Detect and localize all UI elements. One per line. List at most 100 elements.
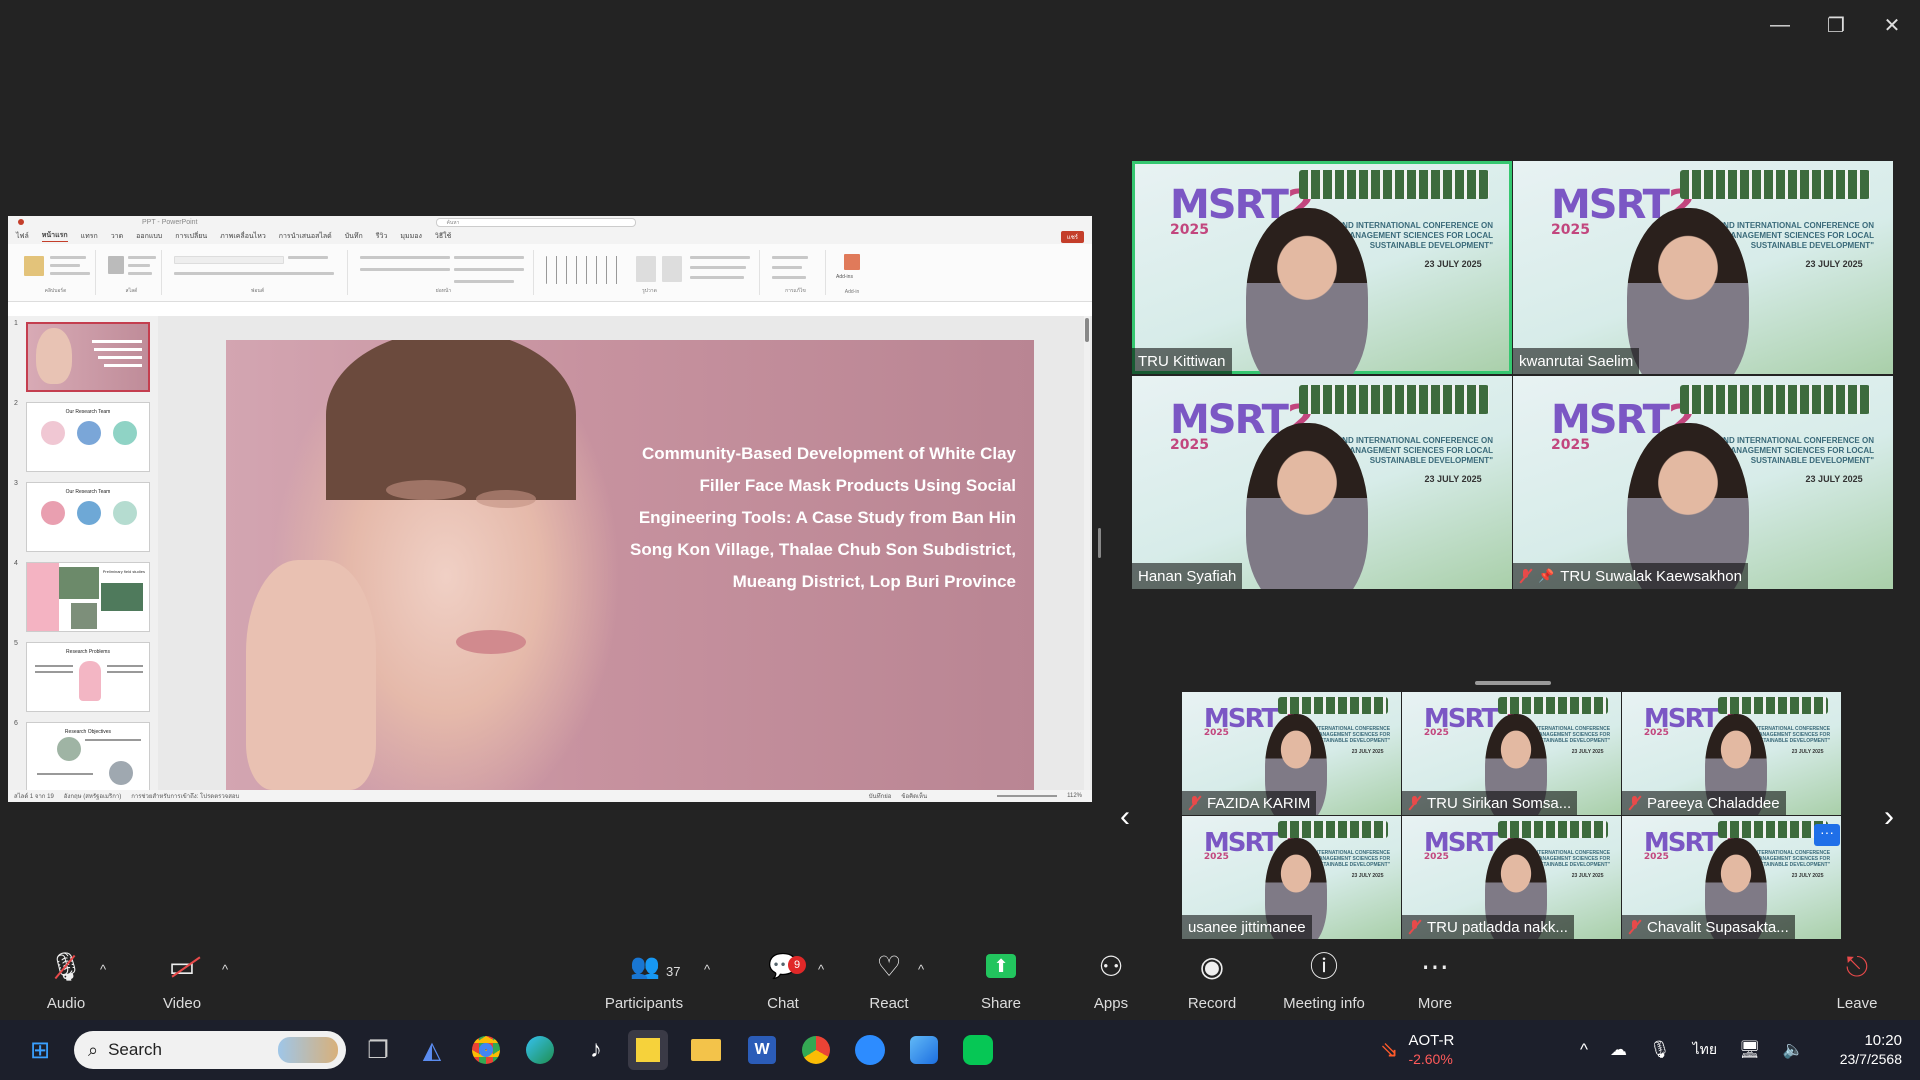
meeting-info-button[interactable]: ⓘ Meeting info: [1276, 940, 1372, 1018]
gallery-prev-arrow[interactable]: ‹: [1120, 800, 1130, 834]
ppt-tab[interactable]: การนำเสนอสไลด์: [279, 231, 332, 242]
video-options-caret[interactable]: ^: [222, 962, 228, 977]
university-logos-banner: [1680, 384, 1871, 415]
video-tile[interactable]: MSRT2 2025 THE 2ND INTERNATIONAL CONFERE…: [1182, 816, 1401, 939]
ppt-tab[interactable]: หน้าแรก: [41, 230, 68, 242]
close-icon[interactable]: ✕: [1864, 0, 1920, 50]
line-icon[interactable]: [958, 1030, 998, 1070]
shared-screen: PPT - PowerPoint ค้นหา ไฟล์ หน้าแรก แทรก…: [8, 216, 1092, 802]
ppt-tab[interactable]: รีวิว: [376, 231, 388, 242]
slide-thumbnail[interactable]: Our Research Team: [26, 402, 150, 472]
ppt-tab[interactable]: วิธีใช้: [435, 231, 451, 242]
react-options-caret[interactable]: ^: [918, 962, 924, 977]
addins-button[interactable]: Add-ins: [836, 274, 853, 280]
ppt-tab[interactable]: บันทึก: [345, 231, 363, 242]
ppt-share-button[interactable]: แชร์: [1060, 231, 1084, 243]
ppt-tab[interactable]: มุมมอง: [400, 231, 421, 242]
conference-date: 23 JULY 2025: [1424, 258, 1482, 269]
audio-button[interactable]: 🎙 Audio: [38, 940, 94, 1018]
gallery-resize-handle[interactable]: [1475, 681, 1551, 685]
ppt-tab[interactable]: การเปลี่ยน: [175, 231, 207, 242]
volume-icon[interactable]: 🔈: [1783, 1040, 1804, 1060]
video-tile[interactable]: MSRT2 2025 THE 2ND INTERNATIONAL CONFERE…: [1182, 692, 1401, 815]
video-tile[interactable]: MSRT2 2025 THE 2ND INTERNATIONAL CONFERE…: [1402, 816, 1621, 939]
slide-thumbnails: 1 2 Our Research Team 3 Our Research Tea…: [8, 316, 158, 790]
paint-icon[interactable]: [904, 1030, 944, 1070]
heart-icon: ♡: [876, 951, 902, 982]
clock[interactable]: 10:20 23/7/2568: [1826, 1020, 1902, 1080]
participants-button[interactable]: 👥 37 Participants: [600, 940, 688, 1018]
stock-widget[interactable]: ⇘ AOT-R -2.60%: [1380, 1020, 1454, 1080]
pin-icon: 📌: [1538, 568, 1555, 583]
record-button[interactable]: ◉ Record: [1180, 940, 1244, 1018]
ppt-search-box[interactable]: ค้นหา: [435, 217, 636, 227]
show-hidden-icons-icon[interactable]: ^: [1580, 1040, 1588, 1060]
mic-muted-icon: [1519, 569, 1532, 583]
tiktok-icon[interactable]: ♪: [576, 1030, 616, 1070]
stock-trend-icon: ⇘: [1380, 1037, 1399, 1062]
video-tile[interactable]: MSRT2 2025 THE 2ND INTERNATIONAL CONFERE…: [1402, 692, 1621, 815]
participant-name-tag: TRU patladda nakk...: [1402, 915, 1574, 939]
ppt-tab[interactable]: ภาพเคลื่อนไหว: [220, 231, 266, 242]
minimize-icon[interactable]: —: [1752, 0, 1808, 50]
share-button[interactable]: ⬆ Share: [976, 940, 1026, 1018]
word-icon[interactable]: W: [742, 1030, 782, 1070]
leave-button[interactable]: ⎋ Leave: [1832, 940, 1882, 1018]
chrome-icon[interactable]: [466, 1030, 506, 1070]
ppt-tab[interactable]: วาด: [111, 231, 123, 242]
restore-icon[interactable]: ❐: [1808, 0, 1864, 50]
video-tile[interactable]: MSRT2 2025 THE 2ND INTERNATIONAL CONFERE…: [1622, 816, 1841, 939]
university-logos-banner: [1718, 696, 1828, 715]
university-logos-banner: [1299, 384, 1490, 415]
apps-button[interactable]: ⚇ Apps: [1086, 940, 1136, 1018]
chat-options-caret[interactable]: ^: [818, 962, 824, 977]
apps-icon: ⚇: [1098, 951, 1124, 982]
task-view-icon[interactable]: ❐: [358, 1030, 398, 1070]
onedrive-icon[interactable]: ☁: [1610, 1040, 1627, 1060]
conference-date: 23 JULY 2025: [1791, 748, 1824, 755]
zoom-slider[interactable]: [997, 795, 1058, 797]
gallery-next-arrow[interactable]: ›: [1884, 800, 1894, 834]
slide-thumbnail[interactable]: Research Problems: [26, 642, 150, 712]
audio-options-caret[interactable]: ^: [100, 962, 106, 977]
windows-start-icon[interactable]: ⊞: [20, 1030, 60, 1070]
ribbon-group-addin: Add-ins Add-in: [832, 250, 872, 295]
slide-thumbnail[interactable]: [26, 322, 150, 392]
chrome-profile-icon[interactable]: [796, 1030, 836, 1070]
window-controls: — ❐ ✕: [1752, 0, 1920, 50]
chat-button[interactable]: 💬 9 Chat: [760, 940, 806, 1018]
powerpoint-icon: [18, 219, 24, 225]
network-icon[interactable]: 🖥: [1739, 1040, 1761, 1060]
ppt-tab[interactable]: แทรก: [81, 231, 98, 242]
ppt-tab[interactable]: ออกแบบ: [136, 231, 162, 242]
video-tile[interactable]: MSRT2 2025 THE 2ND INTERNATIONAL CONFERE…: [1513, 376, 1893, 589]
file-explorer-icon[interactable]: [686, 1030, 726, 1070]
participants-options-caret[interactable]: ^: [704, 962, 710, 977]
video-tile[interactable]: MSRT2 2025 THE 2ND INTERNATIONAL CONFERE…: [1132, 376, 1512, 589]
video-button[interactable]: ▭ Video: [152, 940, 212, 1018]
react-button[interactable]: ♡ React: [864, 940, 914, 1018]
video-tile[interactable]: MSRT2 2025 THE 2ND INTERNATIONAL CONFERE…: [1132, 161, 1512, 374]
taskbar-search[interactable]: ⌕ Search: [74, 1031, 346, 1069]
slide-scrollbar[interactable]: [1084, 316, 1090, 790]
conference-date: 23 JULY 2025: [1805, 258, 1863, 269]
microphone-icon[interactable]: 🎙: [1649, 1040, 1671, 1060]
video-tile[interactable]: MSRT2 2025 THE 2ND INTERNATIONAL CONFERE…: [1513, 161, 1893, 374]
ppt-app-title: PPT - PowerPoint: [142, 218, 198, 226]
sticky-notes-icon[interactable]: [628, 1030, 668, 1070]
input-language[interactable]: ไทย: [1693, 1039, 1717, 1061]
slide-thumbnail[interactable]: Our Research Team: [26, 482, 150, 552]
drawing-app-icon[interactable]: ◭: [412, 1030, 452, 1070]
mic-muted-icon: [1408, 796, 1421, 810]
zoom-icon[interactable]: [850, 1030, 890, 1070]
ppt-tab[interactable]: ไฟล์: [16, 231, 29, 242]
slide-thumbnail[interactable]: Research Objectives: [26, 722, 150, 790]
slide-thumbnail[interactable]: Preliminary field studies: [26, 562, 150, 632]
video-tile[interactable]: MSRT2 2025 THE 2ND INTERNATIONAL CONFERE…: [1622, 692, 1841, 815]
leave-icon: ⎋: [1845, 951, 1869, 982]
edge-icon[interactable]: [520, 1030, 560, 1070]
slide-title: Community-Based Development of White Cla…: [630, 444, 1016, 591]
split-view-divider[interactable]: [1098, 528, 1101, 558]
more-button[interactable]: ⋯ More: [1410, 940, 1460, 1018]
tile-more-options-button[interactable]: ···: [1814, 824, 1840, 846]
